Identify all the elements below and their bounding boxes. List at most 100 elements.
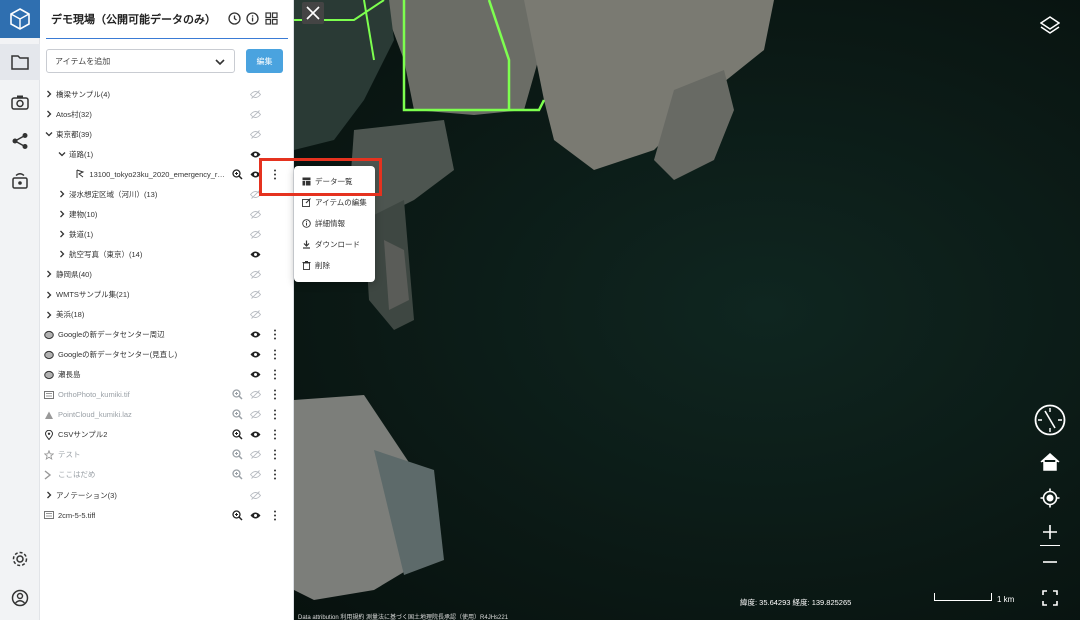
zoom-to-icon[interactable] bbox=[231, 509, 243, 521]
eye-off-icon[interactable] bbox=[249, 289, 261, 301]
more-options-icon[interactable] bbox=[269, 369, 281, 381]
eye-off-icon[interactable] bbox=[249, 449, 261, 461]
menu-item-details[interactable]: 詳細情報 bbox=[294, 213, 375, 233]
tree-item[interactable]: 静岡県(40) bbox=[40, 264, 294, 284]
tree-item[interactable]: PointCloud_kumiki.laz bbox=[40, 405, 294, 425]
chevron-right-icon[interactable] bbox=[57, 209, 67, 219]
zoom-to-icon[interactable] bbox=[231, 409, 243, 421]
edit-button[interactable]: 編集 bbox=[246, 49, 283, 73]
tree-item[interactable]: 橋梁サンプル(4) bbox=[40, 84, 294, 104]
menu-item-data-list[interactable]: データ一覧 bbox=[294, 171, 375, 191]
eye-off-icon[interactable] bbox=[249, 489, 261, 501]
tree-item[interactable]: 東京都(39) bbox=[40, 124, 294, 144]
tree-item[interactable]: 美浜(18) bbox=[40, 305, 294, 325]
chevron-right-icon[interactable] bbox=[44, 290, 54, 300]
home-view-button[interactable] bbox=[1038, 450, 1062, 474]
menu-item-delete[interactable]: 削除 bbox=[294, 255, 375, 275]
more-options-icon[interactable] bbox=[269, 168, 281, 180]
app-logo[interactable] bbox=[0, 0, 40, 38]
eye-icon[interactable] bbox=[249, 329, 261, 341]
menu-item-edit[interactable]: アイテムの編集 bbox=[294, 192, 375, 212]
compass-button[interactable] bbox=[1033, 403, 1067, 437]
chevron-right-icon[interactable] bbox=[44, 490, 54, 500]
chevron-right-icon[interactable] bbox=[44, 310, 54, 320]
tree-item[interactable]: テスト bbox=[40, 445, 294, 465]
layer-switch-button[interactable] bbox=[1038, 14, 1062, 36]
rail-settings-button[interactable] bbox=[0, 544, 40, 574]
map-view[interactable]: 緯度: 35.64293 経度: 139.825265 1 km Data at… bbox=[294, 0, 1080, 620]
eye-off-icon[interactable] bbox=[249, 108, 261, 120]
chevron-right-icon[interactable] bbox=[44, 89, 54, 99]
zoom-to-icon[interactable] bbox=[231, 168, 243, 180]
attribution-text[interactable]: Data attribution 利用規約 測量法に基づく国土地理院長承認（使用… bbox=[298, 612, 508, 620]
eye-icon[interactable] bbox=[249, 148, 261, 160]
rail-share-button[interactable] bbox=[0, 123, 40, 159]
more-options-icon[interactable] bbox=[269, 429, 281, 441]
eye-off-icon[interactable] bbox=[249, 389, 261, 401]
tree-item[interactable]: アノテーション(3) bbox=[40, 485, 294, 505]
tree-item[interactable]: 13100_tokyo23ku_2020_emergency_route.j..… bbox=[40, 164, 294, 184]
tree-item[interactable]: ここはだめ bbox=[40, 465, 294, 485]
more-options-icon[interactable] bbox=[269, 449, 281, 461]
rail-data-button[interactable] bbox=[0, 44, 40, 80]
map-mode-toggle[interactable] bbox=[302, 2, 324, 24]
eye-icon[interactable] bbox=[249, 168, 261, 180]
eye-off-icon[interactable] bbox=[249, 88, 261, 100]
eye-off-icon[interactable] bbox=[249, 469, 261, 481]
zoom-to-icon[interactable] bbox=[231, 389, 243, 401]
tree-item[interactable]: 浸水想定区域（河川）(13) bbox=[40, 184, 294, 204]
tree-item[interactable]: Googleの新データセンター(見直し) bbox=[40, 345, 294, 365]
tree-item[interactable]: Atos村(32) bbox=[40, 104, 294, 124]
tree-item[interactable]: 建物(10) bbox=[40, 204, 294, 224]
tree-item[interactable]: OrthoPhoto_kumiki.tif bbox=[40, 385, 294, 405]
zoom-to-icon[interactable] bbox=[231, 469, 243, 481]
eye-icon[interactable] bbox=[249, 509, 261, 521]
add-item-select[interactable]: アイテムを追加 bbox=[46, 49, 235, 73]
rail-capture-button[interactable] bbox=[0, 84, 40, 120]
more-options-icon[interactable] bbox=[269, 509, 281, 521]
eye-icon[interactable] bbox=[249, 248, 261, 260]
zoom-in-button[interactable] bbox=[1038, 521, 1062, 543]
menu-item-download[interactable]: ダウンロード bbox=[294, 234, 375, 254]
tree-item[interactable]: 鉄道(1) bbox=[40, 224, 294, 244]
tree-item[interactable]: 瀬長島 bbox=[40, 365, 294, 385]
rail-account-button[interactable] bbox=[0, 583, 40, 613]
locate-button[interactable] bbox=[1038, 486, 1062, 510]
zoom-to-icon[interactable] bbox=[231, 449, 243, 461]
tree-item[interactable]: 航空写真（東京）(14) bbox=[40, 244, 294, 264]
eye-off-icon[interactable] bbox=[249, 208, 261, 220]
more-options-icon[interactable] bbox=[269, 389, 281, 401]
chevron-down-icon[interactable] bbox=[44, 129, 54, 139]
eye-icon[interactable] bbox=[249, 369, 261, 381]
chevron-right-icon[interactable] bbox=[44, 269, 54, 279]
history-button[interactable] bbox=[226, 10, 242, 26]
eye-icon[interactable] bbox=[249, 349, 261, 361]
eye-off-icon[interactable] bbox=[249, 268, 261, 280]
eye-icon[interactable] bbox=[249, 429, 261, 441]
more-options-icon[interactable] bbox=[269, 409, 281, 421]
tree-item[interactable]: 道路(1) bbox=[40, 144, 294, 164]
chevron-right-icon[interactable] bbox=[57, 189, 67, 199]
eye-off-icon[interactable] bbox=[249, 228, 261, 240]
more-options-icon[interactable] bbox=[269, 349, 281, 361]
eye-off-icon[interactable] bbox=[249, 409, 261, 421]
tree-item[interactable]: CSVサンプル2 bbox=[40, 425, 294, 445]
tree-item[interactable]: Googleの新データセンター周辺 bbox=[40, 325, 294, 345]
eye-off-icon[interactable] bbox=[249, 309, 261, 321]
more-options-icon[interactable] bbox=[269, 329, 281, 341]
eye-off-icon[interactable] bbox=[249, 128, 261, 140]
rail-device-button[interactable] bbox=[0, 162, 40, 198]
eye-off-icon[interactable] bbox=[249, 188, 261, 200]
zoom-out-button[interactable] bbox=[1038, 551, 1062, 573]
fullscreen-button[interactable] bbox=[1040, 588, 1060, 608]
more-options-icon[interactable] bbox=[269, 469, 281, 481]
zoom-to-icon[interactable] bbox=[231, 429, 243, 441]
tree-item[interactable]: WMTSサンプル集(21) bbox=[40, 285, 294, 305]
chevron-right-icon[interactable] bbox=[57, 249, 67, 259]
info-button[interactable] bbox=[244, 10, 260, 26]
tree-item[interactable]: 2cm-5-5.tiff bbox=[40, 505, 294, 525]
chevron-down-icon[interactable] bbox=[57, 149, 67, 159]
chevron-right-icon[interactable] bbox=[57, 229, 67, 239]
chevron-right-icon[interactable] bbox=[44, 109, 54, 119]
grid-view-button[interactable] bbox=[263, 10, 279, 26]
